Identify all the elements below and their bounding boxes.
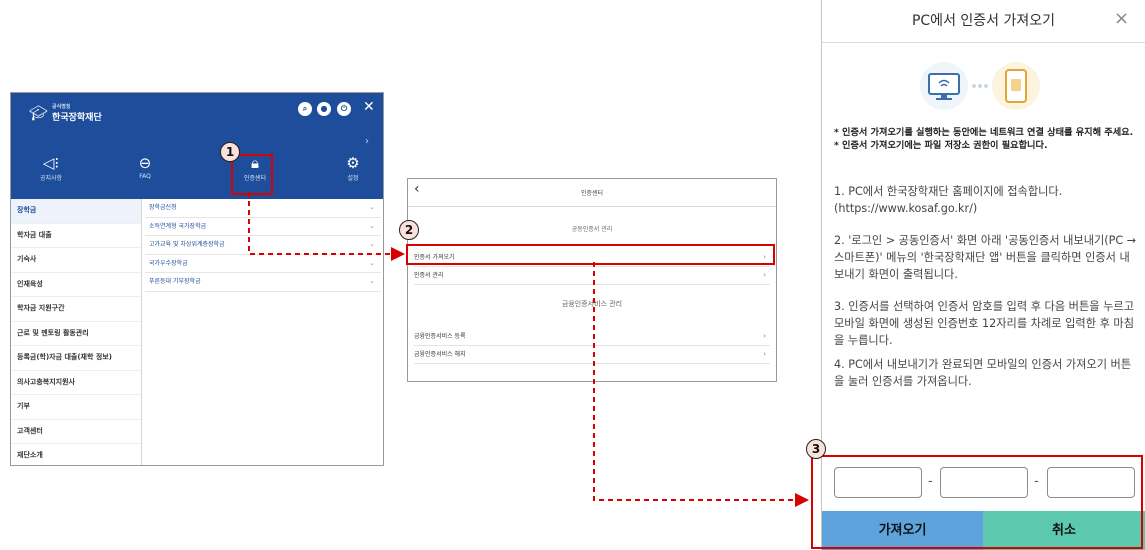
connector-arrow-2 [593, 262, 809, 507]
step-marker-2: 2 [399, 220, 419, 240]
connector-arrow-1 [248, 192, 405, 261]
step-marker-3: 3 [806, 439, 826, 459]
step-marker-1: 1 [220, 142, 240, 162]
connector-arrows [248, 192, 809, 507]
